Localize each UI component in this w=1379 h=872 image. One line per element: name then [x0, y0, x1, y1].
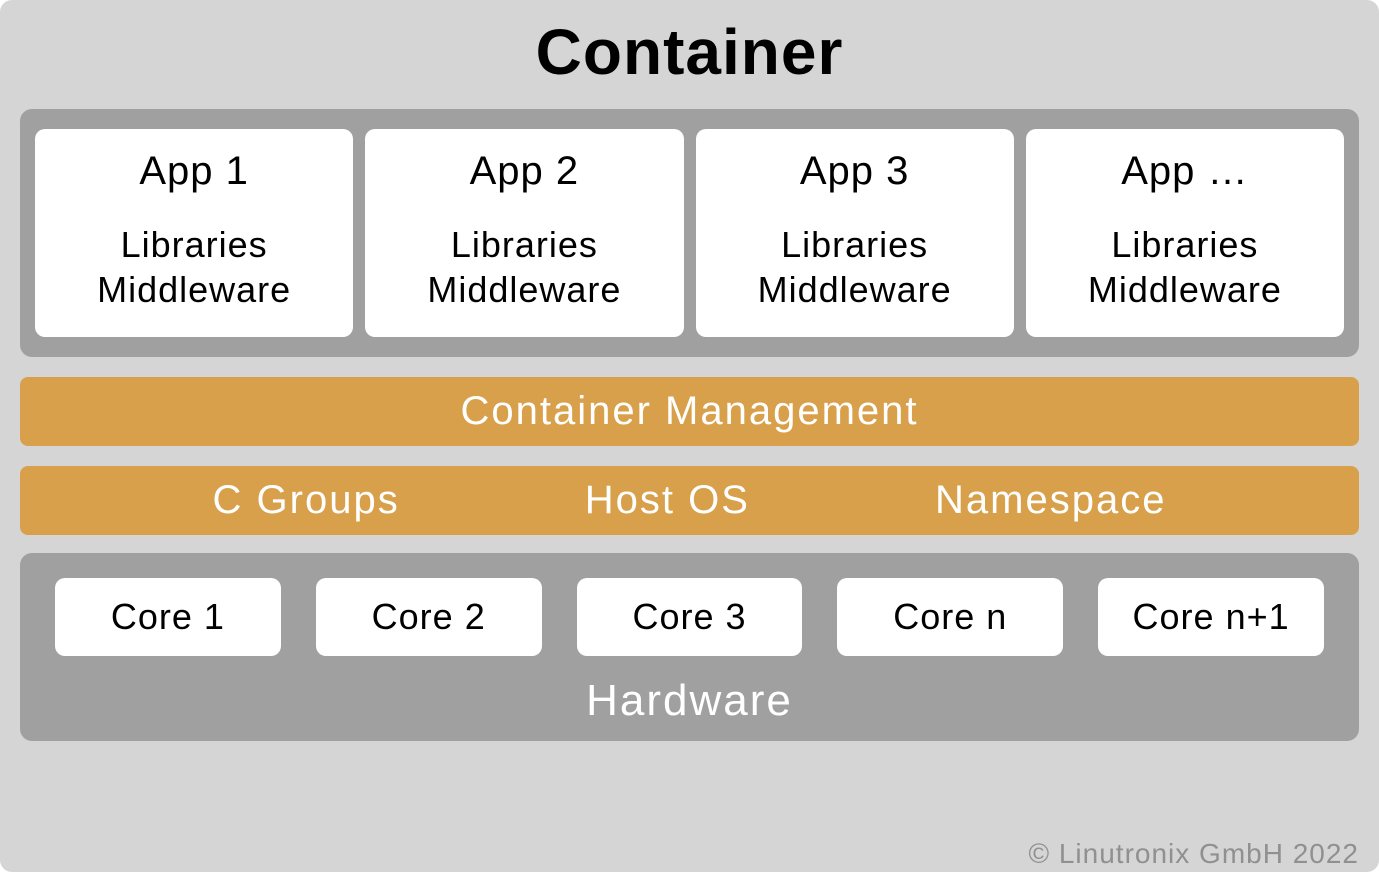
- app-libraries: Libraries: [1036, 222, 1334, 267]
- app-title: App 2: [375, 149, 673, 194]
- core-box: Core 2: [316, 578, 542, 656]
- container-management-bar: Container Management: [20, 377, 1359, 446]
- cgroups-label: C Groups: [213, 478, 400, 523]
- cores-row: Core 1 Core 2 Core 3 Core n Core n+1: [55, 578, 1324, 656]
- copyright-text: © Linutronix GmbH 2022: [1028, 838, 1359, 870]
- hardware-container: Core 1 Core 2 Core 3 Core n Core n+1 Har…: [20, 553, 1359, 741]
- app-box-2: App 2 Libraries Middleware: [365, 129, 683, 337]
- os-bar: C Groups Host OS Namespace: [20, 466, 1359, 535]
- app-title: App 1: [45, 149, 343, 194]
- app-libraries: Libraries: [45, 222, 343, 267]
- core-box: Core 1: [55, 578, 281, 656]
- app-middleware: Middleware: [1036, 267, 1334, 312]
- app-middleware: Middleware: [706, 267, 1004, 312]
- apps-container: App 1 Libraries Middleware App 2 Librari…: [20, 109, 1359, 357]
- app-box-3: App 3 Libraries Middleware: [696, 129, 1014, 337]
- app-box-n: App … Libraries Middleware: [1026, 129, 1344, 337]
- diagram-container: Container App 1 Libraries Middleware App…: [0, 0, 1379, 872]
- app-middleware: Middleware: [375, 267, 673, 312]
- core-box: Core n+1: [1098, 578, 1324, 656]
- core-box: Core n: [837, 578, 1063, 656]
- main-title: Container: [20, 15, 1359, 89]
- app-title: App 3: [706, 149, 1004, 194]
- hardware-label: Hardware: [55, 676, 1324, 726]
- app-libraries: Libraries: [706, 222, 1004, 267]
- host-os-label: Host OS: [585, 478, 750, 523]
- app-middleware: Middleware: [45, 267, 343, 312]
- app-libraries: Libraries: [375, 222, 673, 267]
- container-management-label: Container Management: [460, 389, 918, 433]
- app-title: App …: [1036, 149, 1334, 194]
- namespace-label: Namespace: [935, 478, 1166, 523]
- app-box-1: App 1 Libraries Middleware: [35, 129, 353, 337]
- core-box: Core 3: [577, 578, 803, 656]
